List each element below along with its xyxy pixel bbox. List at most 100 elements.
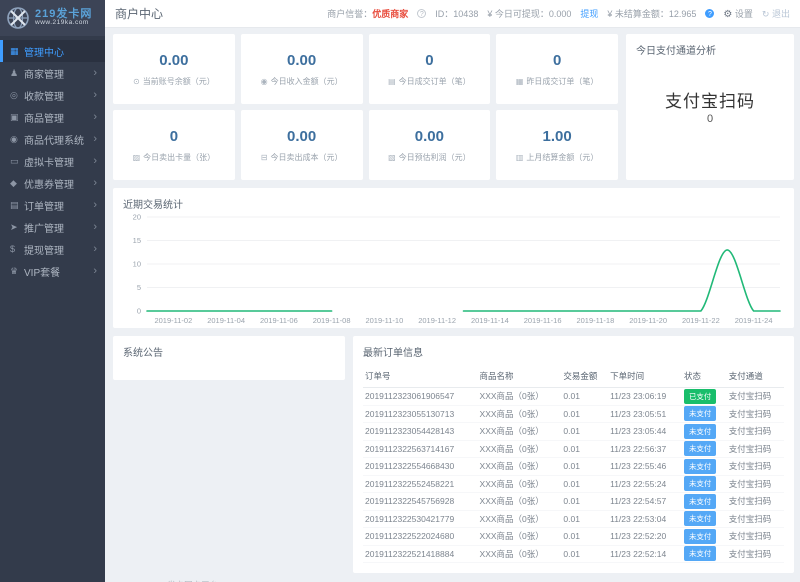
order-channel: 支付宝扫码 xyxy=(727,510,784,528)
sidebar-item-agent-eye[interactable]: ◉商品代理系统› xyxy=(0,128,105,150)
sidebar-item-dashboard[interactable]: ▦管理中心 xyxy=(0,40,105,62)
unsettled-help-icon[interactable]: ? xyxy=(705,9,714,18)
order-amount: 0.01 xyxy=(561,545,608,563)
svg-text:15: 15 xyxy=(133,236,141,245)
stat-card-balance: 0.00⊙当前账号余额（元） xyxy=(113,34,235,104)
footer-copyright: 2019 © 219发卡网卡平台 xyxy=(113,573,794,582)
orders-column-header: 交易金额 xyxy=(561,365,608,388)
status-badge: 已支付 xyxy=(684,389,717,404)
sidebar-item-promote[interactable]: ➤推广管理› xyxy=(0,216,105,238)
withdraw-link[interactable]: 提现 xyxy=(580,7,598,20)
order-no: 2019112323054428143 xyxy=(363,423,478,441)
income-icon: ◉ xyxy=(261,77,268,86)
chevron-right-icon: › xyxy=(93,67,97,79)
order-channel: 支付宝扫码 xyxy=(727,458,784,476)
table-row[interactable]: 2019112323061906547XXX商品（0张）0.0111/23 23… xyxy=(363,388,784,406)
logo[interactable]: 219发卡网 www.219ka.com xyxy=(0,0,105,36)
status-badge: 未支付 xyxy=(684,546,717,561)
status-badge: 未支付 xyxy=(684,529,717,544)
table-row[interactable]: 2019112322522024680XXX商品（0张）0.0111/23 22… xyxy=(363,528,784,546)
orders-icon: ▤ xyxy=(10,200,24,211)
table-row[interactable]: 2019112322530421779XXX商品（0张）0.0111/23 22… xyxy=(363,510,784,528)
topbar-right: 商户信誉：优质商家 ? ID：10438 ¥ 今日可提现：0.000 提现 ¥ … xyxy=(327,7,790,20)
table-row[interactable]: 2019112323055130713XXX商品（0张）0.0111/23 23… xyxy=(363,405,784,423)
svg-text:0: 0 xyxy=(137,307,141,316)
order-product: XXX商品（0张） xyxy=(478,528,562,546)
chevron-right-icon: › xyxy=(93,177,97,189)
sidebar-item-coupon[interactable]: ◆优惠券管理› xyxy=(0,172,105,194)
today-orders-icon: ▤ xyxy=(388,77,396,86)
table-row[interactable]: 2019112322521418884XXX商品（0张）0.0111/23 22… xyxy=(363,545,784,563)
order-time: 11/23 23:05:51 xyxy=(608,405,682,423)
stat-label: ▦昨日成交订单（笔） xyxy=(516,76,599,87)
goods-icon: ▣ xyxy=(10,112,24,123)
order-channel: 支付宝扫码 xyxy=(727,475,784,493)
sidebar-item-payment[interactable]: ◎收款管理› xyxy=(0,84,105,106)
table-row[interactable]: 2019112323054428143XXX商品（0张）0.0111/23 23… xyxy=(363,423,784,441)
order-product: XXX商品（0张） xyxy=(478,545,562,563)
table-row[interactable]: 2019112322563714167XXX商品（0张）0.0111/23 22… xyxy=(363,440,784,458)
chevron-right-icon: › xyxy=(93,199,97,211)
card-icon: ▭ xyxy=(10,156,24,167)
table-row[interactable]: 2019112322552458221XXX商品（0张）0.0111/23 22… xyxy=(363,475,784,493)
sidebar-item-label: 收款管理 xyxy=(24,88,93,103)
settings-button[interactable]: ⚙ 设置 xyxy=(723,7,753,20)
order-amount: 0.01 xyxy=(561,528,608,546)
table-row[interactable]: 2019112322545756928XXX商品（0张）0.0111/23 22… xyxy=(363,493,784,511)
globe-icon xyxy=(6,6,30,30)
promote-icon: ➤ xyxy=(10,222,24,233)
order-amount: 0.01 xyxy=(561,440,608,458)
chevron-right-icon: › xyxy=(93,111,97,123)
order-amount: 0.01 xyxy=(561,388,608,406)
sidebar-item-goods[interactable]: ▣商品管理› xyxy=(0,106,105,128)
order-product: XXX商品（0张） xyxy=(478,388,562,406)
stat-card-yesterday-orders: 0▦昨日成交订单（笔） xyxy=(496,34,618,104)
order-channel: 支付宝扫码 xyxy=(727,528,784,546)
stat-card-income: 0.00◉今日收入金额（元） xyxy=(241,34,363,104)
sidebar-item-label: 推广管理 xyxy=(24,220,93,235)
sidebar-item-label: 商品管理 xyxy=(24,110,93,125)
coupon-icon: ◆ xyxy=(10,178,24,189)
order-time: 11/23 22:53:04 xyxy=(608,510,682,528)
order-no: 2019112322530421779 xyxy=(363,510,478,528)
order-amount: 0.01 xyxy=(561,458,608,476)
svg-text:2019-11-06: 2019-11-06 xyxy=(260,316,298,325)
sidebar-item-withdraw[interactable]: $提现管理› xyxy=(0,238,105,260)
sidebar-item-orders[interactable]: ▤订单管理› xyxy=(0,194,105,216)
sidebar-item-vip[interactable]: ♛VIP套餐› xyxy=(0,260,105,282)
logout-button[interactable]: ↻ 退出 xyxy=(762,7,790,20)
reputation-label: 商户信誉： xyxy=(327,9,372,19)
orders-column-header: 支付通道 xyxy=(727,365,784,388)
orders-column-header: 订单号 xyxy=(363,365,478,388)
transactions-chart: 051015202019-11-022019-11-042019-11-0620… xyxy=(123,211,790,329)
order-product: XXX商品（0张） xyxy=(478,493,562,511)
status-badge: 未支付 xyxy=(684,476,717,491)
chevron-right-icon: › xyxy=(93,133,97,145)
sidebar-item-label: 提现管理 xyxy=(24,242,93,257)
logout-label: 退出 xyxy=(772,9,790,19)
unsettled-amount: ¥ 未结算金额：12.965 xyxy=(607,7,696,20)
sidebar-item-card[interactable]: ▭虚拟卡管理› xyxy=(0,150,105,172)
svg-text:2019-11-16: 2019-11-16 xyxy=(524,316,562,325)
topbar: 商户中心 商户信誉：优质商家 ? ID：10438 ¥ 今日可提现：0.000 … xyxy=(105,0,800,28)
reputation-help-icon[interactable]: ? xyxy=(417,9,426,18)
logout-icon: ↻ xyxy=(762,9,770,19)
order-time: 11/23 22:54:57 xyxy=(608,493,682,511)
sidebar-item-label: VIP套餐 xyxy=(24,264,93,279)
orders-column-header: 下单时间 xyxy=(608,365,682,388)
sidebar-item-merchant[interactable]: ♟商家管理› xyxy=(0,62,105,84)
order-product: XXX商品（0张） xyxy=(478,405,562,423)
orders-card: 最新订单信息 订单号商品名称交易金额下单时间状态支付通道 20191123230… xyxy=(353,336,794,573)
order-channel: 支付宝扫码 xyxy=(727,405,784,423)
stat-card-settlement: 1.00▥上月结算金额（元） xyxy=(496,110,618,180)
stat-value: 0.00 xyxy=(415,128,444,145)
settlement-icon: ▥ xyxy=(516,153,524,162)
order-product: XXX商品（0张） xyxy=(478,458,562,476)
svg-text:2019-11-12: 2019-11-12 xyxy=(418,316,456,325)
order-no: 2019112322521418884 xyxy=(363,545,478,563)
logo-subtitle: www.219ka.com xyxy=(35,20,92,27)
chevron-right-icon: › xyxy=(93,89,97,101)
order-no: 2019112322554668430 xyxy=(363,458,478,476)
sidebar-item-label: 虚拟卡管理 xyxy=(24,154,93,169)
table-row[interactable]: 2019112322554668430XXX商品（0张）0.0111/23 22… xyxy=(363,458,784,476)
